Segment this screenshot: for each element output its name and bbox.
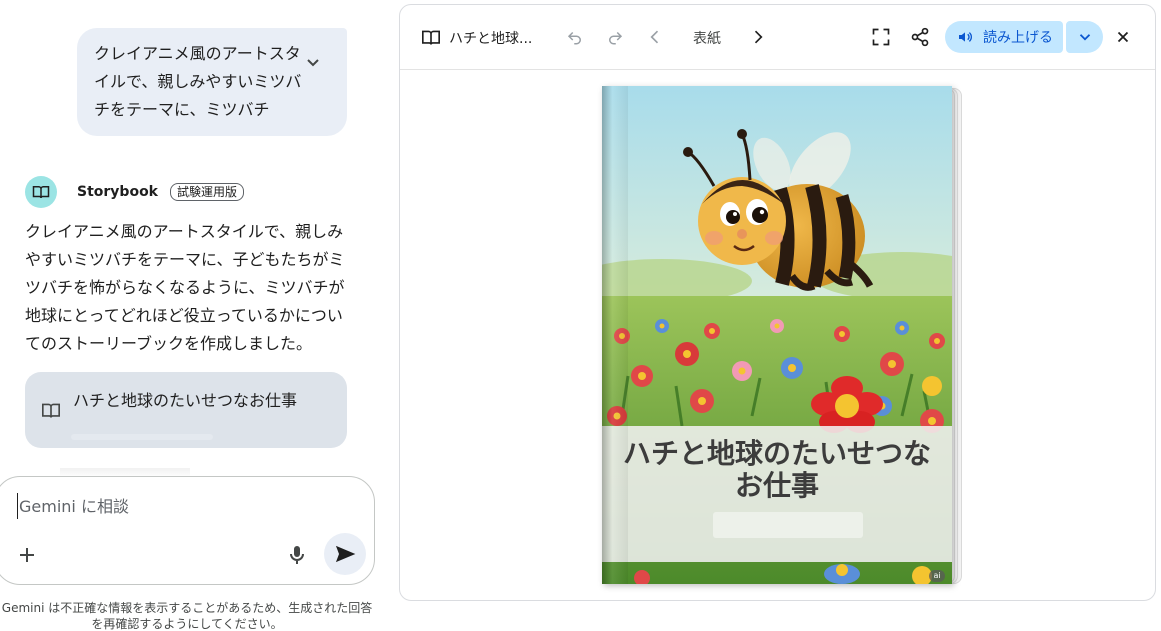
redo-button[interactable] [603, 25, 627, 49]
plus-icon [20, 548, 34, 562]
read-aloud-button[interactable]: 読み上げる [945, 21, 1063, 53]
user-prompt-bubble: クレイアニメ風のアートスタイルで、親しみやすいミツバチをテーマに、ミツバチ [77, 28, 347, 136]
send-icon [335, 545, 356, 563]
fullscreen-icon [872, 28, 890, 46]
responder-name: Storybook [77, 184, 158, 200]
redo-icon [609, 31, 623, 45]
response-header: Storybook 試験運用版 [25, 176, 245, 208]
experimental-badge: 試験運用版 [170, 183, 245, 201]
undo-icon [567, 31, 581, 45]
chevron-right-icon [754, 30, 763, 44]
undo-button[interactable] [563, 25, 587, 49]
previous-page-button[interactable] [643, 25, 667, 49]
book-icon [41, 402, 61, 424]
volume-icon [959, 32, 972, 42]
storybook-title: ハチと地球... [449, 31, 533, 47]
cover-title: ハチと地球のたいせつなお仕事 [622, 437, 931, 502]
microphone-button[interactable] [285, 543, 309, 567]
prompt-input[interactable] [17, 493, 297, 519]
share-button[interactable] [908, 25, 932, 49]
prompt-input-box [0, 476, 375, 585]
close-button[interactable] [1111, 25, 1135, 49]
storybook-card[interactable]: ハチと地球のたいせつなお仕事 [25, 372, 347, 448]
ai-watermark: ai [929, 570, 945, 582]
close-icon [1117, 31, 1129, 43]
user-prompt-text: クレイアニメ風のアートスタイルで、親しみやすいミツバチをテーマに、ミツバチ [94, 44, 302, 119]
read-aloud-options-button[interactable] [1066, 21, 1103, 53]
chat-column: クレイアニメ風のアートスタイルで、親しみやすいミツバチをテーマに、ミツバチ St… [0, 0, 390, 631]
share-icon [911, 27, 929, 47]
storybook-card-placeholder [71, 434, 213, 440]
page-indicator: 表紙 [693, 31, 721, 47]
expand-prompt-button[interactable] [301, 50, 325, 74]
book-icon [32, 186, 50, 199]
book-icon [420, 27, 442, 49]
storybook-book[interactable]: ハチと地球のたいせつなお仕事 ai [602, 86, 964, 586]
fullscreen-button[interactable] [869, 25, 893, 49]
chevron-down-icon [1079, 34, 1090, 41]
next-page-button[interactable] [746, 25, 770, 49]
storybook-avatar [25, 176, 57, 208]
book-spine [602, 86, 628, 584]
add-button[interactable] [15, 543, 39, 567]
read-aloud-label: 読み上げる [983, 30, 1053, 46]
disclaimer-text: Gemini は不正確な情報を表示することがあるため、生成された回答を再確認する… [1, 601, 373, 631]
chevron-down-icon [307, 59, 319, 67]
cover-subtitle-placeholder [713, 512, 863, 538]
book-cover: ハチと地球のたいせつなお仕事 ai [602, 86, 952, 584]
chevron-left-icon [650, 30, 659, 44]
storybook-panel: ハチと地球... 表紙 読み上げる ハチと地球のたいせつなお仕事 ai [399, 4, 1156, 601]
response-text: クレイアニメ風のアートスタイルで、親しみやすいミツバチをテーマに、子どもたちがミ… [25, 222, 345, 353]
send-button[interactable] [324, 533, 366, 575]
storybook-card-title: ハチと地球のたいせつなお仕事 [73, 391, 298, 410]
storybook-toolbar: ハチと地球... 表紙 読み上げる [400, 5, 1155, 70]
mic-icon [290, 546, 304, 564]
